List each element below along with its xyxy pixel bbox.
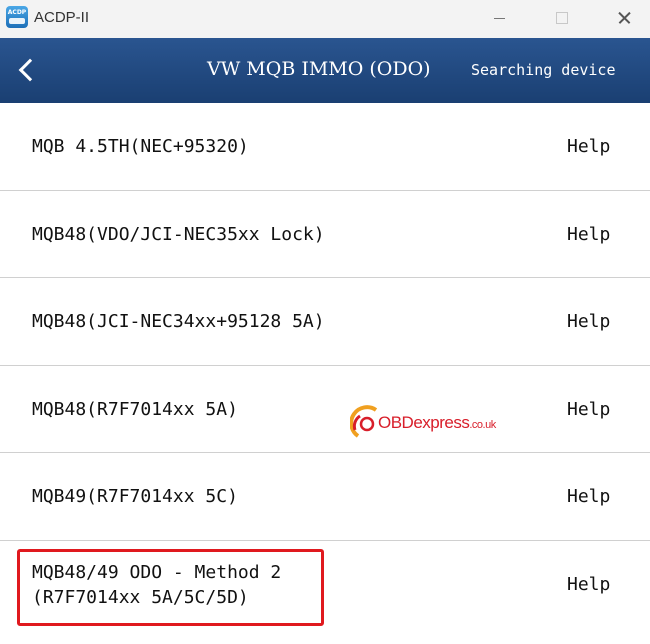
window-titlebar: ACDP ACDP-II — [0, 0, 650, 38]
highlight-annotation — [17, 549, 324, 626]
back-arrow-icon[interactable] — [8, 50, 48, 90]
list-item[interactable]: MQB49(R7F7014xx 5C) Help — [0, 453, 650, 541]
help-button[interactable]: Help — [567, 486, 610, 507]
watermark-brand: OBDexpress — [378, 413, 470, 432]
minimize-icon[interactable] — [476, 4, 522, 32]
help-button[interactable]: Help — [567, 311, 610, 332]
help-button[interactable]: Help — [567, 574, 610, 595]
list-item[interactable]: MQB48(JCI-NEC34xx+95128 5A) Help — [0, 278, 650, 366]
app-icon-bar — [9, 18, 25, 24]
watermark-suffix: .co.uk — [469, 419, 496, 431]
app-logo-icon: ACDP — [6, 6, 28, 28]
list-item[interactable]: MQB48(VDO/JCI-NEC35xx Lock) Help — [0, 191, 650, 278]
help-button[interactable]: Help — [567, 224, 610, 245]
window-title: ACDP-II — [34, 9, 90, 26]
list-item-label: MQB48(VDO/JCI-NEC35xx Lock) — [32, 223, 325, 245]
app-icon-text: ACDP — [7, 9, 27, 16]
page-title: VW MQB IMMO (ODO) — [207, 58, 431, 80]
watermark-text: OBDexpress.co.uk — [378, 413, 496, 433]
help-button[interactable]: Help — [567, 399, 610, 420]
list-item-label: MQB48(R7F7014xx 5A) — [32, 398, 238, 420]
help-button[interactable]: Help — [567, 136, 610, 157]
close-icon[interactable] — [601, 4, 647, 32]
list-item[interactable]: MQB48(R7F7014xx 5A) Help — [0, 366, 650, 453]
maximize-icon[interactable] — [538, 4, 584, 32]
device-status-text: Searching device — [471, 61, 616, 79]
list-item-label: MQB48(JCI-NEC34xx+95128 5A) — [32, 311, 325, 332]
watermark-logo-icon — [349, 405, 378, 438]
list-item-label: MQB 4.5TH(NEC+95320) — [32, 136, 249, 157]
list-item-label: MQB49(R7F7014xx 5C) — [32, 486, 238, 507]
page-header: VW MQB IMMO (ODO) Searching device — [0, 38, 650, 103]
watermark: OBDexpress.co.uk — [349, 402, 500, 442]
list-item[interactable]: MQB 4.5TH(NEC+95320) Help — [0, 103, 650, 191]
